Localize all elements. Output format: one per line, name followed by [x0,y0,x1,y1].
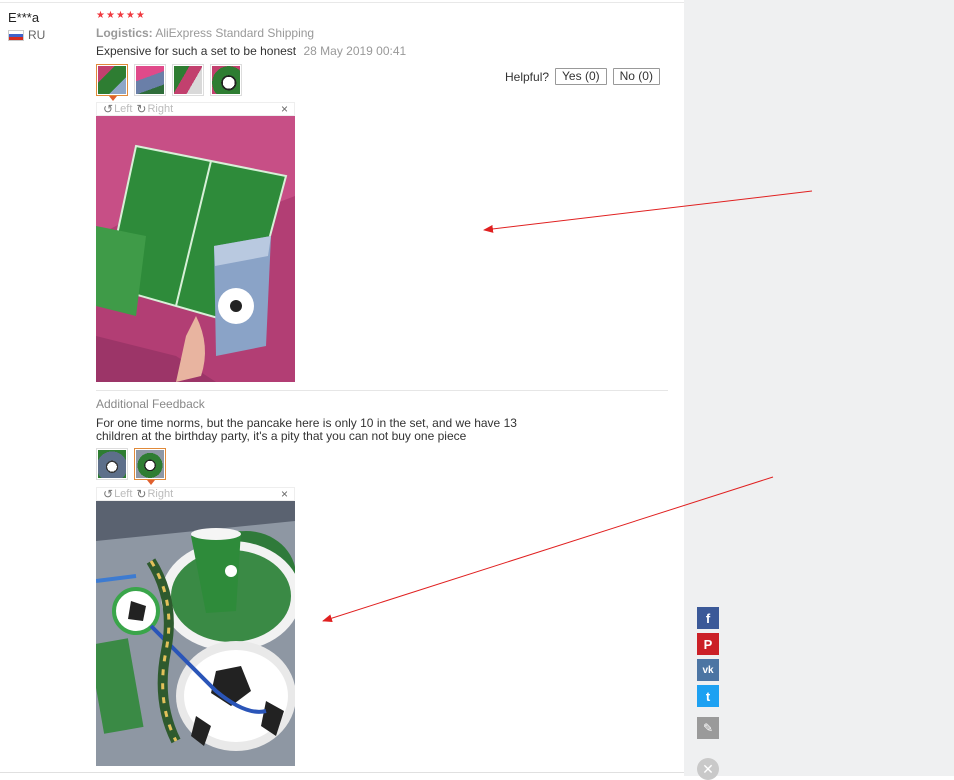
reviewer-name: E***a [8,10,40,25]
rotate-right-icon: ↻ [136,102,147,116]
thumbnail-2[interactable] [134,64,166,96]
logistics-info: Logistics: AliExpress Standard Shipping [96,26,314,40]
rotate-left-label: Left [114,488,133,500]
reviewer-country: RU [8,28,45,42]
additional-thumbnails [96,448,166,485]
additional-feedback-title: Additional Feedback [96,397,205,411]
thumbnail-image [212,66,240,94]
star-icon: ★ [115,10,125,21]
rotate-right-label: Right [147,103,174,115]
image-viewer-toolbar-2: ↺ Left ↻ Right × [96,487,295,501]
viewer-close-button[interactable]: × [281,488,288,500]
thumbnail-image [174,66,202,94]
twitter-share-button[interactable]: t [697,685,719,707]
vk-icon: vk [702,664,714,676]
review-panel: E***a RU ★ ★ ★ ★ ★ Logistics: AliExpress… [0,0,684,776]
logistics-label: Logistics: [96,26,153,40]
additional-feedback-text: For one time norms, but the pancake here… [96,416,517,443]
review-text: Expensive for such a set to be honest [96,44,297,58]
vk-share-button[interactable]: vk [697,659,719,681]
thumbnail-image [136,66,164,94]
rotate-right-label: Right [147,488,174,500]
right-sidebar [684,0,954,776]
star-icon: ★ [105,10,115,21]
rotate-left-label: Left [114,103,133,115]
thumbnail-image [136,450,164,478]
active-indicator [147,480,155,485]
review-date: 28 May 2019 00:41 [303,44,407,58]
close-icon: ✕ [702,760,714,777]
russia-flag-icon [8,29,24,41]
rotate-right-button[interactable]: ↻ Right [136,103,173,115]
additional-thumbnail-2[interactable] [134,448,166,485]
helpful-label: Helpful? [505,69,550,84]
thumbnail-image [98,66,126,94]
close-sidebar-button[interactable]: ✕ [697,758,719,780]
section-divider [96,390,668,391]
rotate-left-button[interactable]: ↺ Left [103,488,132,500]
facebook-share-button[interactable]: f [697,607,719,629]
review-thumbnails [96,64,242,101]
review-photo-image [96,116,295,382]
rotate-left-icon: ↺ [103,487,114,501]
additional-thumbnail-1[interactable] [96,448,128,480]
star-icon: ★ [96,10,105,21]
pinterest-share-button[interactable]: P [697,633,719,655]
country-code: RU [28,28,46,42]
review-photo-large [96,116,295,382]
thumbnail-1[interactable] [96,64,128,101]
twitter-icon: t [705,688,711,704]
thumbnail-4[interactable] [210,64,242,96]
helpful-section: Helpful? Yes (0) No (0) [505,68,660,85]
top-divider [0,2,684,3]
image-viewer-toolbar: ↺ Left ↻ Right × [96,102,295,116]
edit-button[interactable]: ✎ [697,717,719,739]
pinterest-icon: P [703,636,713,652]
pencil-icon: ✎ [702,721,714,735]
rotate-right-icon: ↻ [136,487,147,501]
logistics-value: AliExpress Standard Shipping [155,26,315,40]
rotate-left-button[interactable]: ↺ Left [103,103,132,115]
rotate-left-icon: ↺ [103,102,114,116]
thumbnail-image [98,450,126,478]
rotate-right-button[interactable]: ↻ Right [136,488,173,500]
star-icon: ★ [135,10,145,21]
bottom-divider [0,772,684,773]
helpful-no-button[interactable]: No (0) [612,68,660,85]
thumbnail-3[interactable] [172,64,204,96]
active-indicator [109,96,117,101]
additional-photo-image [96,501,295,766]
helpful-yes-button[interactable]: Yes (0) [555,68,607,85]
additional-photo-large [96,501,295,766]
facebook-icon: f [705,610,711,626]
star-rating: ★ ★ ★ ★ ★ [96,11,145,21]
viewer-close-button[interactable]: × [281,103,288,115]
review-body: Expensive for such a set to be honest 28… [96,44,406,58]
star-icon: ★ [125,10,135,21]
